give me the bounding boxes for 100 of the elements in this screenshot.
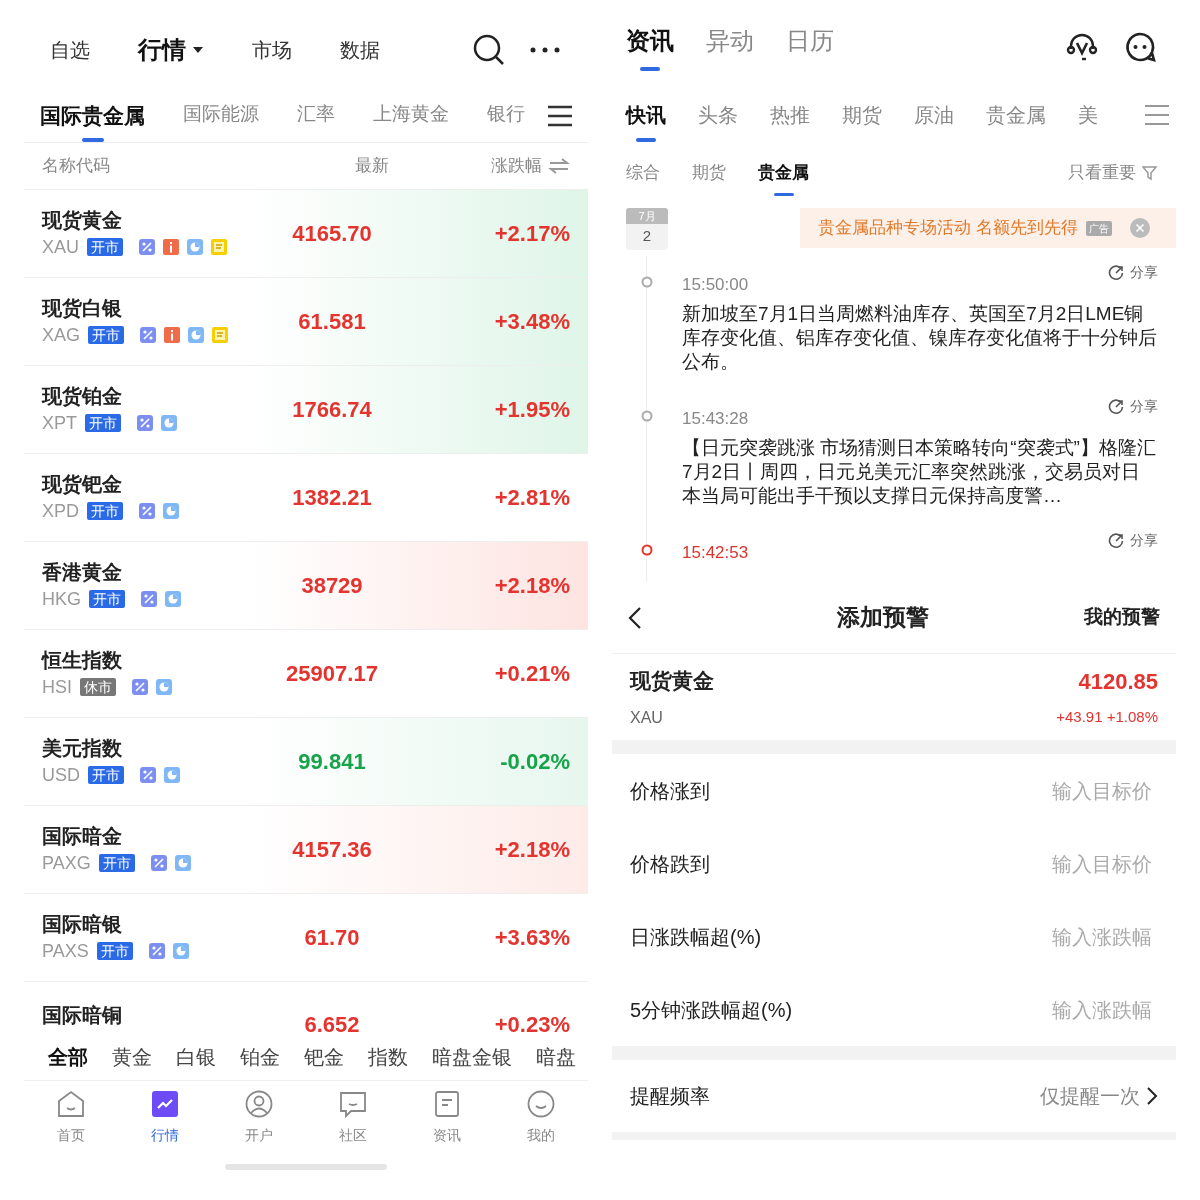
pie-chart-icon: [161, 415, 177, 431]
news-tab[interactable]: 原油: [914, 100, 954, 142]
bottom-nav-item[interactable]: 我的: [494, 1089, 588, 1152]
my-alerts-link[interactable]: 我的预警: [1084, 603, 1160, 632]
field-label: 提醒频率: [630, 1084, 711, 1109]
input-field[interactable]: 输入目标价: [958, 848, 1158, 879]
instrument-code: XAG: [42, 323, 80, 347]
news-time: 15:43:28: [682, 408, 749, 431]
nav-tab[interactable]: 自选: [50, 35, 90, 65]
input-field[interactable]: 输入目标价: [958, 775, 1158, 806]
price-value: 38729: [300, 572, 364, 600]
share-icon: [1108, 532, 1124, 549]
frequency-selector[interactable]: 仅提醒一次: [1040, 1081, 1158, 1111]
section-tab[interactable]: 日历: [786, 23, 834, 71]
bottom-nav-item[interactable]: 资讯: [400, 1089, 494, 1152]
input-field[interactable]: 输入涨跌幅: [958, 921, 1158, 952]
change-value: +2.81%: [493, 484, 570, 512]
price-value: 1382.21: [291, 484, 373, 512]
filter-tab[interactable]: 暗盘金银: [432, 1042, 512, 1072]
filter-tab[interactable]: 黄金: [112, 1042, 152, 1072]
swap-icon[interactable]: [548, 158, 570, 174]
category-tab[interactable]: 银行: [487, 100, 525, 139]
menu-icon[interactable]: [546, 104, 574, 128]
instrument-code: HKG: [42, 587, 81, 611]
instrument-code: XPD: [42, 499, 79, 523]
field-label: 5分钟涨跌幅超(%): [630, 997, 794, 1023]
price-value: 4165.70: [291, 220, 373, 248]
quote-row[interactable]: 现货铂金 XPT 开市 1766.74 +1.95%: [24, 366, 588, 454]
news-tab[interactable]: 头条: [698, 100, 738, 142]
news-tab[interactable]: 热推: [770, 100, 810, 142]
important-only-toggle[interactable]: 只看重要: [1068, 160, 1158, 186]
percent-icon: [141, 591, 157, 607]
instrument-code: USD: [42, 763, 80, 787]
status-badge: 开市: [98, 854, 135, 872]
section-tab[interactable]: 异动: [706, 23, 754, 71]
instrument-name: 现货铂金: [42, 383, 123, 409]
status-badge: 开市: [87, 502, 123, 520]
nav-tab[interactable]: 数据: [340, 35, 380, 65]
input-field[interactable]: 输入涨跌幅: [958, 994, 1158, 1025]
more-icon[interactable]: [528, 45, 562, 55]
status-badge: 开市: [88, 326, 124, 344]
news-tab[interactable]: 快讯: [626, 100, 666, 142]
category-tab[interactable]: 国际贵金属: [40, 100, 145, 142]
price-value: 1766.74: [291, 396, 373, 424]
category-tab[interactable]: 国际能源: [183, 100, 259, 139]
category-tab[interactable]: 汇率: [297, 100, 335, 139]
home-icon: [56, 1089, 86, 1119]
bottom-nav-item[interactable]: 开户: [212, 1089, 306, 1152]
price-value: 4120.85: [1078, 667, 1158, 696]
category-tab[interactable]: 上海黄金: [373, 100, 449, 139]
bottom-nav-item[interactable]: 社区: [306, 1089, 400, 1152]
price-value: 61.70: [303, 924, 361, 952]
share-button[interactable]: 分享: [1108, 262, 1158, 283]
quote-row[interactable]: 现货黄金 XAU 开市 4165.70 +2.17%: [24, 190, 588, 278]
quote-row[interactable]: 国际暗银 PAXS 开市 61.70 +3.63%: [24, 894, 588, 982]
instrument-name: 国际暗金: [42, 823, 123, 849]
instrument-name: 现货白银: [42, 295, 123, 321]
news-tab[interactable]: 贵金属: [986, 100, 1046, 142]
news-tab[interactable]: 期货: [842, 100, 882, 142]
share-button[interactable]: 分享: [1108, 396, 1158, 417]
quote-row[interactable]: 国际暗金 PAXG 开市 4157.36 +2.18%: [24, 806, 588, 894]
filter-tab[interactable]: 白银: [176, 1042, 216, 1072]
column-header: 最新: [354, 155, 390, 178]
info-icon: [164, 327, 180, 343]
filter-tab[interactable]: 全部: [48, 1042, 88, 1072]
filter-tab[interactable]: 暗盘: [536, 1042, 576, 1072]
price-value: 25907.17: [285, 660, 379, 688]
back-icon[interactable]: [628, 605, 642, 630]
search-icon[interactable]: [472, 33, 506, 67]
percent-icon: [139, 503, 155, 519]
change-value: -0.02%: [499, 748, 570, 776]
filter-tab[interactable]: 钯金: [304, 1042, 344, 1072]
instrument-code: PAXG: [42, 851, 91, 875]
change-value: +0.23%: [493, 1011, 570, 1034]
bottom-nav-item[interactable]: 首页: [24, 1089, 118, 1152]
filter-tab[interactable]: 铂金: [240, 1042, 280, 1072]
news-tab[interactable]: 美: [1078, 100, 1098, 142]
column-header[interactable]: 涨跌幅: [452, 153, 542, 179]
news-text: 新加坡至7月1日当周燃料油库存、英国至7月2日LME铜库存变化值、铝库存变化值、镍库存变化值将于十分钟后公布。: [682, 302, 1158, 374]
section-tab[interactable]: 资讯: [626, 23, 674, 71]
chat-icon[interactable]: [1124, 31, 1156, 63]
quote-row[interactable]: 现货白银 XAG 开市 61.581 +3.48%: [24, 278, 588, 366]
filter-tab[interactable]: 贵金属: [758, 160, 809, 196]
quote-row[interactable]: 香港黄金 HKG 开市 38729 +2.18%: [24, 542, 588, 630]
instrument-name: 现货黄金: [630, 668, 715, 695]
document-icon: [432, 1089, 462, 1119]
filter-tab[interactable]: 期货: [692, 160, 726, 196]
chat-bubble-icon: [338, 1089, 368, 1119]
quote-row[interactable]: 国际暗铜 6.652 +0.23%: [24, 982, 588, 1034]
instrument-code: XPT: [42, 411, 77, 435]
share-button[interactable]: 分享: [1108, 530, 1158, 551]
nav-tab[interactable]: 市场: [252, 35, 292, 65]
nav-tab[interactable]: 行情: [138, 32, 204, 68]
filter-tab[interactable]: 综合: [626, 160, 660, 196]
quote-row[interactable]: 美元指数 USD 开市 99.841 -0.02%: [24, 718, 588, 806]
filter-tab[interactable]: 指数: [368, 1042, 408, 1072]
headset-icon[interactable]: [1066, 32, 1098, 62]
change-value: +2.18%: [493, 572, 570, 600]
instrument-name: 美元指数: [42, 735, 123, 761]
bottom-nav-item[interactable]: 行情: [118, 1089, 212, 1152]
